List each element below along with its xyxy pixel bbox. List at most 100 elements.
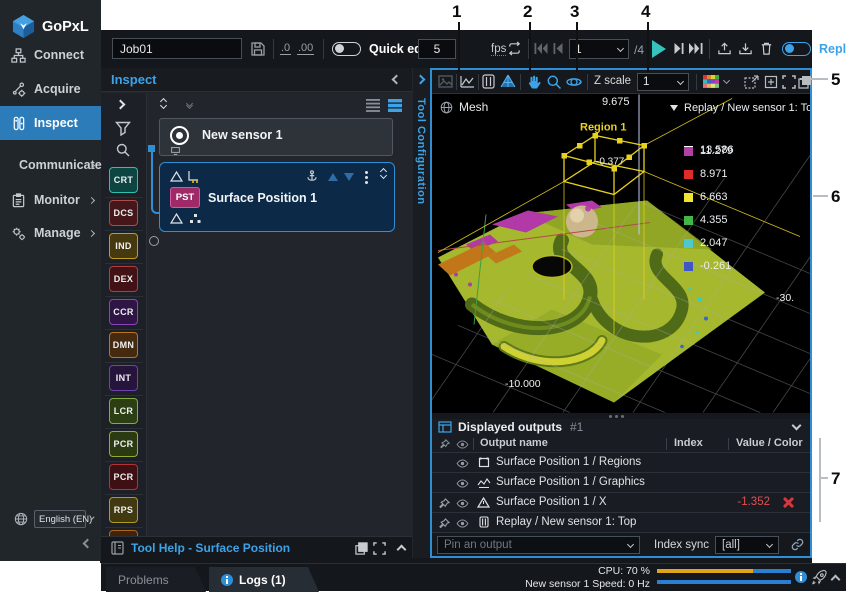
sensor-node-card[interactable]: New sensor 1 bbox=[159, 118, 393, 156]
collapse-all-icon[interactable] bbox=[187, 101, 192, 108]
move-tool-up-icon[interactable] bbox=[328, 173, 338, 181]
tool-help-expand-chevron[interactable] bbox=[397, 545, 407, 555]
callout-3-line bbox=[576, 22, 578, 72]
move-tool-down-icon[interactable] bbox=[344, 173, 354, 181]
fit-to-data-icon[interactable] bbox=[764, 75, 778, 89]
visibility-eye-icon[interactable] bbox=[456, 499, 469, 508]
pin-output-dropdown[interactable]: Pin an output bbox=[437, 536, 640, 554]
record-all-icon[interactable]: .00 bbox=[297, 42, 314, 55]
next-frame-icon[interactable] bbox=[674, 43, 684, 54]
profile-view-icon[interactable] bbox=[460, 75, 475, 88]
save-job-icon[interactable] bbox=[250, 41, 266, 57]
delete-replay-icon[interactable] bbox=[759, 41, 774, 56]
tool-collapse-icon[interactable] bbox=[381, 169, 386, 178]
tab-problems[interactable]: Problems bbox=[106, 567, 206, 592]
statusbar-expand-chevron[interactable] bbox=[831, 575, 841, 585]
language-select[interactable]: English (EN) bbox=[34, 510, 86, 528]
image-view-icon[interactable] bbox=[438, 75, 453, 88]
export-replay-icon[interactable] bbox=[717, 41, 732, 56]
anchor-icon[interactable] bbox=[306, 170, 318, 182]
compact-list-view-icon[interactable] bbox=[366, 99, 380, 112]
badge-separator bbox=[105, 494, 143, 495]
visibility-eye-icon[interactable] bbox=[456, 459, 469, 468]
mesh-view-icon[interactable] bbox=[500, 74, 516, 89]
surface-view-icon[interactable] bbox=[482, 74, 495, 89]
search-tools-icon[interactable] bbox=[115, 142, 131, 158]
tool-configuration-tab[interactable]: Tool Configuration bbox=[412, 68, 430, 558]
pin-icon[interactable] bbox=[439, 518, 450, 529]
palette-dropdown-chevron-icon[interactable] bbox=[723, 77, 730, 84]
index-sync-dropdown[interactable]: [all] bbox=[715, 536, 779, 554]
top-toolbar: .0 .00 Quick edit fps 1 /4 Replay bbox=[101, 30, 812, 68]
expand-all-icon[interactable] bbox=[161, 99, 166, 108]
quick-edit-toggle[interactable] bbox=[332, 42, 361, 56]
stats-info-icon[interactable] bbox=[795, 571, 807, 583]
tab-logs[interactable]: Logs (1) bbox=[209, 567, 319, 592]
outputs-collapse-chevron[interactable] bbox=[792, 421, 802, 431]
sidebar-item-communicate[interactable]: Communicate bbox=[0, 152, 101, 178]
job-name-input[interactable] bbox=[112, 38, 242, 59]
output-row-x-measurement[interactable]: Surface Position 1 / X -1.352 bbox=[432, 492, 810, 512]
output-row-replay-surface[interactable]: Replay / New sensor 1: Top bbox=[432, 512, 810, 532]
skip-to-end-icon[interactable] bbox=[689, 43, 703, 54]
record-single-icon[interactable]: .0 bbox=[280, 42, 291, 55]
sidebar-item-manage[interactable]: Manage bbox=[0, 220, 101, 246]
detailed-list-view-icon[interactable] bbox=[388, 99, 402, 112]
sensor-icon bbox=[170, 126, 189, 145]
tool-menu-kebab-icon[interactable] bbox=[365, 176, 368, 179]
badge-separator bbox=[105, 461, 143, 462]
popout-window-icon[interactable] bbox=[355, 542, 368, 555]
output-row-graphics[interactable]: Surface Position 1 / Graphics bbox=[432, 472, 810, 492]
zoom-icon[interactable] bbox=[546, 74, 562, 90]
legend-header[interactable]: Replay / New sensor 1: Top bbox=[670, 102, 810, 114]
tool-badge-dex[interactable]: DEX bbox=[109, 266, 138, 292]
tool-badge-pcr[interactable]: PCR bbox=[109, 431, 138, 457]
link-icon[interactable] bbox=[791, 538, 804, 551]
fps-value-input[interactable] bbox=[418, 39, 456, 59]
sensor-node-label: New sensor 1 bbox=[202, 128, 283, 142]
frame-index-dropdown[interactable]: 1 bbox=[569, 39, 629, 59]
legend-collapse-triangle-icon bbox=[670, 105, 678, 111]
tool-help-bar[interactable]: Tool Help - Surface Position bbox=[101, 536, 412, 558]
inspect-collapse-button[interactable] bbox=[392, 75, 402, 85]
tool-badge-pcr-2[interactable]: PCR bbox=[109, 464, 138, 490]
loop-playback-icon[interactable] bbox=[507, 41, 522, 56]
health-rocket-icon[interactable] bbox=[811, 569, 828, 586]
tool-badge-ind[interactable]: IND bbox=[109, 233, 138, 259]
import-replay-icon[interactable] bbox=[738, 41, 753, 56]
logs-info-icon bbox=[221, 574, 233, 586]
sidebar-item-acquire[interactable]: Acquire bbox=[0, 76, 101, 102]
viewer-fullscreen-icon[interactable] bbox=[782, 75, 796, 89]
fit-to-region-icon[interactable] bbox=[744, 75, 759, 89]
visibility-eye-icon[interactable] bbox=[456, 519, 469, 528]
skip-to-start-icon[interactable] bbox=[534, 43, 548, 54]
sidebar-item-monitor[interactable]: Monitor bbox=[0, 187, 101, 213]
mesh-viewport[interactable]: Region 1 -0.377 Mesh 9.675 -30. -10.000 … bbox=[432, 94, 810, 413]
sidebar-item-inspect[interactable]: Inspect bbox=[0, 106, 101, 140]
tool-badge-dcs[interactable]: DCS bbox=[109, 200, 138, 226]
fullscreen-icon[interactable] bbox=[373, 542, 386, 555]
tool-node-card-selected[interactable]: PST Surface Position 1 bbox=[159, 162, 395, 232]
pin-icon[interactable] bbox=[439, 498, 450, 509]
rotate-orbit-icon[interactable] bbox=[566, 74, 582, 90]
sidebar-collapse-button[interactable] bbox=[83, 539, 93, 549]
replay-toggle[interactable] bbox=[782, 42, 811, 56]
visibility-eye-icon[interactable] bbox=[456, 479, 469, 488]
tool-badge-lcr[interactable]: LCR bbox=[109, 398, 138, 424]
tool-badge-rps[interactable]: RPS bbox=[109, 497, 138, 523]
tool-badge-crt[interactable]: CRT bbox=[109, 167, 138, 193]
pan-hand-icon[interactable] bbox=[526, 74, 541, 90]
tool-badge-dmn[interactable]: DMN bbox=[109, 332, 138, 358]
filter-tools-icon[interactable] bbox=[115, 121, 131, 136]
tool-strip-expand-button[interactable] bbox=[116, 100, 126, 110]
tool-badge-ccr[interactable]: CCR bbox=[109, 299, 138, 325]
play-button[interactable] bbox=[652, 40, 666, 58]
z-scale-dropdown[interactable]: 1 bbox=[637, 73, 689, 91]
tool-badge-int[interactable]: INT bbox=[109, 365, 138, 391]
view-mode-label: Mesh bbox=[459, 100, 488, 114]
previous-frame-icon[interactable] bbox=[553, 43, 563, 54]
color-palette-icon[interactable] bbox=[703, 75, 719, 88]
tool-type-badge: PST bbox=[170, 187, 200, 208]
output-row-regions[interactable]: Surface Position 1 / Regions bbox=[432, 452, 810, 472]
sidebar-item-connect[interactable]: Connect bbox=[0, 42, 101, 68]
